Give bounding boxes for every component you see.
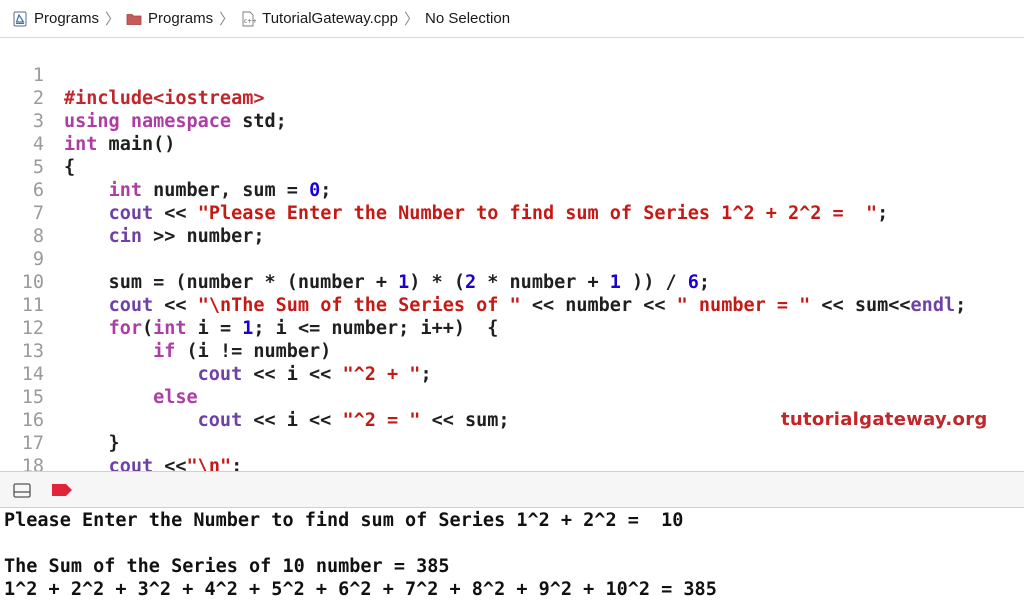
breakpoint-icon[interactable] bbox=[50, 482, 74, 498]
svg-text:c++: c++ bbox=[244, 18, 256, 25]
code-line[interactable]: 16 } bbox=[0, 386, 1024, 454]
code-line[interactable]: 12 if (i != number) bbox=[0, 294, 1024, 362]
code-editor[interactable]: 1 #include<iostream> 2 using namespace s… bbox=[0, 39, 1024, 471]
breadcrumb-label: Programs bbox=[148, 10, 214, 27]
code-line[interactable]: 10 cout << "\nThe Sum of the Series of "… bbox=[0, 248, 1024, 316]
breadcrumb-separator: 〉 bbox=[219, 11, 235, 28]
breadcrumb-item-project[interactable]: Programs bbox=[12, 10, 99, 27]
code-line[interactable]: 5 int number, sum = 0; bbox=[0, 133, 1024, 201]
console-line: Please Enter the Number to find sum of S… bbox=[4, 510, 684, 531]
code-line[interactable]: 6 cout << "Please Enter the Number to fi… bbox=[0, 156, 1024, 224]
code-line[interactable]: 19 } bbox=[0, 455, 1024, 471]
breadcrumb-label: Programs bbox=[34, 10, 100, 27]
code-line[interactable]: 3 int main() bbox=[0, 87, 1024, 155]
hide-debug-area-icon[interactable] bbox=[13, 483, 31, 498]
breadcrumb-label: No Selection bbox=[425, 10, 511, 27]
code-line[interactable]: 18 return 0; bbox=[0, 432, 1024, 471]
breadcrumb-separator: 〉 bbox=[404, 11, 420, 28]
code-line[interactable]: 2 using namespace std; bbox=[0, 64, 1024, 132]
breadcrumb-item-folder[interactable]: Programs bbox=[126, 10, 213, 27]
console-output[interactable]: Please Enter the Number to find sum of S… bbox=[0, 508, 1024, 601]
code-line[interactable]: 15 cout << i << "^2 = " << sum; bbox=[0, 363, 1024, 431]
code-line[interactable]: 4 { bbox=[0, 110, 1024, 178]
console-line: The Sum of the Series of 10 number = 385 bbox=[4, 556, 450, 577]
code-line[interactable]: 8 bbox=[0, 202, 1024, 247]
code-line[interactable]: 1 #include<iostream> bbox=[0, 41, 1024, 109]
breadcrumb-item-file[interactable]: c++ TutorialGateway.cpp bbox=[240, 10, 398, 27]
code-line[interactable]: 11 for(int i = 1; i <= number; i++) { bbox=[0, 271, 1024, 339]
code-line[interactable]: 14 else bbox=[0, 340, 1024, 408]
breadcrumb-item-selection[interactable]: No Selection bbox=[425, 10, 510, 27]
cpp-file-icon: c++ bbox=[242, 11, 256, 26]
console-line: 1^2 + 2^2 + 3^2 + 4^2 + 5^2 + 6^2 + 7^2 … bbox=[4, 579, 717, 600]
folder-icon bbox=[126, 13, 142, 25]
breadcrumb: Programs 〉 Programs 〉 c++ TutorialGatewa… bbox=[0, 0, 1024, 38]
breadcrumb-separator: 〉 bbox=[105, 11, 121, 28]
code-line[interactable]: 13 cout << i << "^2 + "; bbox=[0, 317, 1024, 385]
code-line[interactable]: 9 sum = (number * (number + 1) * (2 * nu… bbox=[0, 225, 1024, 293]
breadcrumb-label: TutorialGateway.cpp bbox=[262, 10, 398, 27]
code-line[interactable]: 7 cin >> number; bbox=[0, 179, 1024, 247]
watermark: tutorialgateway.org bbox=[781, 409, 988, 430]
debug-bar bbox=[0, 471, 1024, 508]
project-file-icon bbox=[13, 11, 27, 26]
